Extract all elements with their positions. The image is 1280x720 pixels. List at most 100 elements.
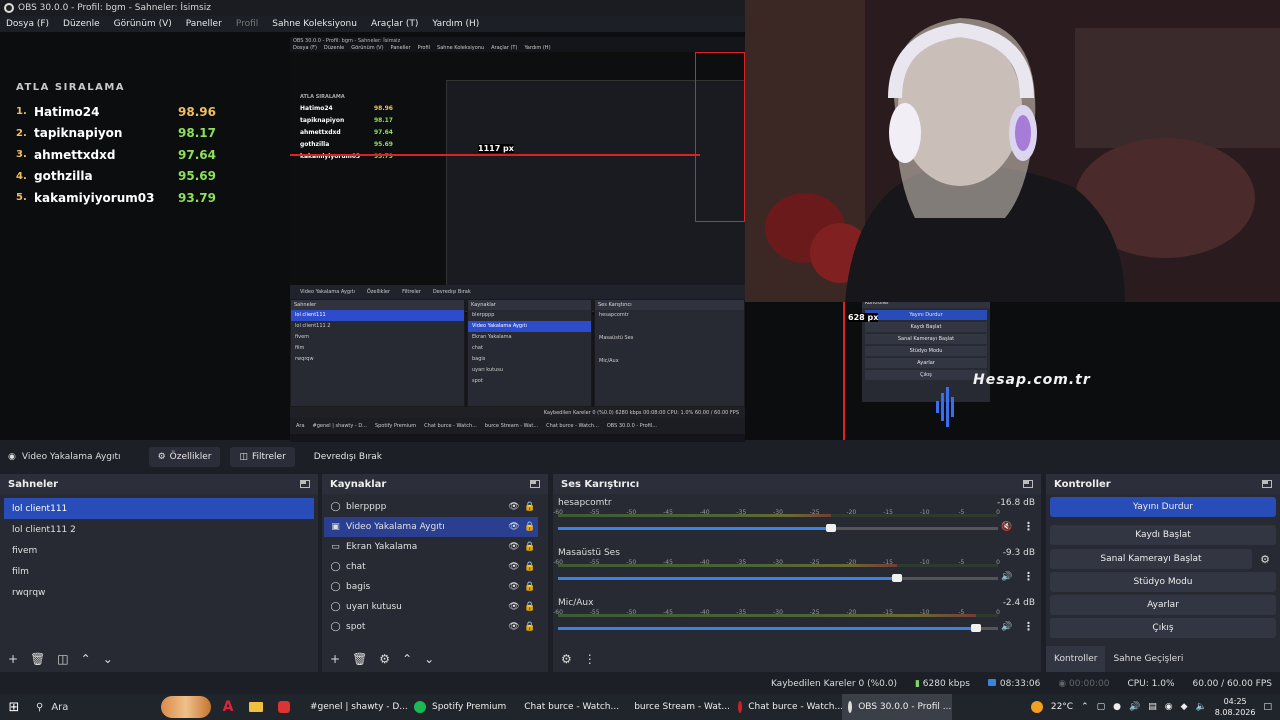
scene-item[interactable]: rwqrqw (4, 582, 314, 603)
start-recording-button[interactable]: Kaydı Başlat (1050, 525, 1276, 545)
undock-icon[interactable] (1023, 480, 1033, 488)
menu-file[interactable]: Dosya (F) (6, 19, 49, 29)
eye-icon[interactable]: 👁 (506, 622, 522, 632)
source-item[interactable]: ◯ chat 👁 🔒 (324, 557, 538, 577)
source-item[interactable]: ◯ bagis 👁 🔒 (324, 577, 538, 597)
tab-controls[interactable]: Kontroller (1046, 646, 1106, 672)
taskbar-app-obs[interactable]: OBS 30.0.0 - Profil ... (842, 694, 953, 720)
lock-icon[interactable]: 🔒 (522, 602, 538, 612)
add-icon[interactable]: + (330, 652, 340, 666)
speaker-icon[interactable]: 🔈 (1196, 702, 1207, 712)
volume-slider[interactable] (558, 524, 998, 532)
lock-icon[interactable]: 🔒 (522, 562, 538, 572)
steam-icon[interactable]: ◉ (1165, 702, 1173, 712)
mic-icon[interactable]: ◆ (1181, 702, 1188, 712)
kebab-menu-icon[interactable]: ⋮ (1023, 620, 1034, 633)
taskbar-search[interactable]: ⚲ Ara (28, 702, 158, 713)
scene-item[interactable]: film (4, 561, 314, 582)
taskbar-app-spotify[interactable]: Spotify Premium (408, 694, 512, 720)
undock-icon[interactable] (1262, 480, 1272, 488)
menu-edit[interactable]: Düzenle (63, 19, 100, 29)
red-bounding-box (695, 52, 745, 222)
stop-stream-button[interactable]: Yayını Durdur (1050, 497, 1276, 517)
move-up-icon[interactable]: ⌃ (81, 652, 91, 666)
gear-icon[interactable]: ⚙ (379, 652, 390, 666)
adobe-icon[interactable]: A (214, 694, 242, 720)
taskbar-app-opera[interactable]: Chat burce - Watch... (732, 694, 842, 720)
volume-slider[interactable] (558, 624, 998, 632)
trash-icon[interactable]: 🗑 (30, 652, 45, 666)
scene-item[interactable]: lol client111 (4, 498, 314, 519)
inner-task-item: burce Stream - Wat... (484, 423, 539, 429)
menu-help[interactable]: Yardım (H) (432, 19, 479, 29)
notification-icon[interactable]: □ (1263, 702, 1272, 712)
settings-button[interactable]: Ayarlar (1050, 595, 1276, 615)
trash-icon[interactable]: 🗑 (352, 652, 367, 666)
network-icon[interactable]: ▤ (1148, 702, 1157, 712)
eye-icon[interactable]: 👁 (506, 542, 522, 552)
eye-icon[interactable]: 👁 (506, 562, 522, 572)
clock[interactable]: 04:25 8.08.2026 (1215, 696, 1256, 718)
gamepad-icon[interactable]: ▢ (1097, 702, 1106, 712)
taskbar-app-chrome[interactable]: burce Stream - Wat... (622, 694, 732, 720)
exit-button[interactable]: Çıkış (1050, 618, 1276, 638)
discord-tray-icon[interactable]: ● (1113, 702, 1121, 712)
scene-item[interactable]: fivem (4, 540, 314, 561)
menu-profile[interactable]: Profil (236, 19, 258, 29)
folder-icon[interactable] (242, 694, 270, 720)
eye-icon[interactable]: 👁 (506, 502, 522, 512)
windows-start-icon[interactable]: ⊞ (0, 700, 28, 715)
taskbar-app-discord[interactable]: #genel | shawty - D... (298, 694, 408, 720)
source-item[interactable]: ▭ Ekran Yakalama 👁 🔒 (324, 537, 538, 557)
advanced-audio-icon[interactable]: ⚙ (561, 652, 572, 666)
lock-icon[interactable]: 🔒 (522, 622, 538, 632)
speaker-icon[interactable]: 🔊 (1001, 622, 1012, 632)
move-up-icon[interactable]: ⌃ (402, 652, 412, 666)
filter-icon[interactable]: ◫ (57, 652, 68, 666)
muted-speaker-icon[interactable]: 🔇 (1001, 522, 1012, 532)
undock-icon[interactable] (300, 480, 310, 488)
inner-control: Çıkış (865, 370, 987, 380)
speaker-icon[interactable]: 🔊 (1001, 572, 1012, 582)
menu-docks[interactable]: Paneller (186, 19, 222, 29)
lock-icon[interactable]: 🔒 (522, 582, 538, 592)
source-item[interactable]: ◯ spot 👁 🔒 (324, 617, 538, 637)
menu-scene-collection[interactable]: Sahne Koleksiyonu (272, 19, 357, 29)
tab-scene-transitions[interactable]: Sahne Geçişleri (1105, 646, 1191, 672)
scene-item[interactable]: lol client111 2 (4, 519, 314, 540)
menu-view[interactable]: Görünüm (V) (114, 19, 172, 29)
widget-image-icon[interactable] (158, 694, 214, 720)
volume-slider[interactable] (558, 574, 998, 582)
move-down-icon[interactable]: ⌄ (103, 652, 113, 666)
tray-expand-icon[interactable]: ⌃ (1081, 702, 1089, 712)
filters-button[interactable]: ◫ Filtreler (230, 447, 295, 467)
lock-icon[interactable]: 🔒 (522, 502, 538, 512)
kebab-menu-icon[interactable]: ⋮ (1023, 570, 1034, 583)
move-down-icon[interactable]: ⌄ (424, 652, 434, 666)
menu-tools[interactable]: Araçlar (T) (371, 19, 418, 29)
properties-button[interactable]: ⚙ Özellikler (148, 447, 221, 467)
volume-slider-handle[interactable] (971, 624, 981, 632)
deactivate-button[interactable]: Devredışı Bırak (305, 447, 391, 467)
app-red-icon[interactable] (270, 694, 298, 720)
source-item[interactable]: ▣ Video Yakalama Aygıtı 👁 🔒 (324, 517, 538, 537)
eye-icon[interactable]: 👁 (506, 582, 522, 592)
studio-mode-button[interactable]: Stüdyo Modu (1050, 572, 1276, 592)
lock-icon[interactable]: 🔒 (522, 542, 538, 552)
source-item[interactable]: ◯ blerpppp 👁 🔒 (324, 497, 538, 517)
channel-name: hesapcomtr (558, 498, 612, 508)
eye-icon[interactable]: 👁 (506, 602, 522, 612)
kebab-menu-icon[interactable]: ⋮ (584, 652, 596, 666)
eye-icon[interactable]: 👁 (506, 522, 522, 532)
volume-slider-handle[interactable] (891, 574, 902, 582)
source-item[interactable]: ◯ uyarı kutusu 👁 🔒 (324, 597, 538, 617)
add-icon[interactable]: + (8, 652, 18, 666)
virtual-camera-settings-icon[interactable]: ⚙ (1254, 549, 1276, 569)
volume-icon[interactable]: 🔊 (1129, 702, 1140, 712)
taskbar-app-chrome[interactable]: Chat burce - Watch... (512, 694, 622, 720)
undock-icon[interactable] (530, 480, 540, 488)
volume-slider-handle[interactable] (825, 524, 836, 532)
kebab-menu-icon[interactable]: ⋮ (1023, 520, 1034, 533)
start-virtual-camera-button[interactable]: Sanal Kamerayı Başlat (1050, 549, 1252, 569)
lock-icon[interactable]: 🔒 (522, 522, 538, 532)
